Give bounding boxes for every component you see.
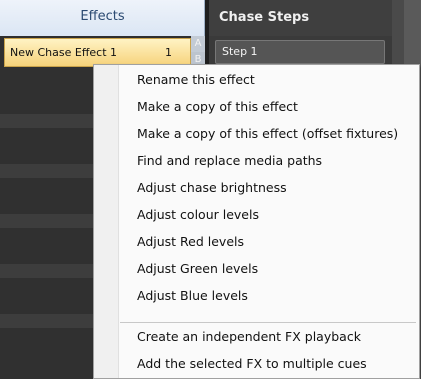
effects-panel-header: Effects xyxy=(0,0,205,36)
effect-list-item[interactable]: New Chase Effect 1 1 xyxy=(4,38,191,67)
effect-context-menu: Rename this effect Make a copy of this e… xyxy=(93,64,420,379)
menu-item-label: Adjust Blue levels xyxy=(137,288,248,303)
menu-item-add-fx-to-cues[interactable]: Add the selected FX to multiple cues xyxy=(119,351,419,378)
chase-step-label: Step 1 xyxy=(222,45,258,58)
menu-item-label: Make a copy of this effect xyxy=(137,99,298,114)
menu-item-label: Make a copy of this effect (offset fixtu… xyxy=(137,126,399,141)
menu-item-adjust-colour[interactable]: Adjust colour levels xyxy=(119,202,419,229)
menu-item-create-fx-playback[interactable]: Create an independent FX playback xyxy=(119,324,419,351)
menu-item-label: Adjust Red levels xyxy=(137,234,245,249)
chase-step-item[interactable]: Step 1 xyxy=(215,40,385,64)
menu-item-copy-effect[interactable]: Make a copy of this effect xyxy=(119,94,419,121)
menu-item-rename-effect[interactable]: Rename this effect xyxy=(119,67,419,94)
menu-item-label: Adjust Green levels xyxy=(137,261,259,276)
effects-panel-title: Effects xyxy=(80,9,125,24)
menu-item-adjust-green[interactable]: Adjust Green levels xyxy=(119,256,419,283)
menu-item-label: Find and replace media paths xyxy=(137,153,323,168)
menu-item-label: Add the selected FX to multiple cues xyxy=(137,356,367,371)
scroll-label-a: A xyxy=(191,36,205,52)
menu-item-label: Rename this effect xyxy=(137,72,255,87)
chase-steps-title: Chase Steps xyxy=(219,10,310,25)
menu-item-label: Adjust colour levels xyxy=(137,207,259,222)
chase-steps-header: Chase Steps xyxy=(209,0,392,36)
menu-item-find-replace-media[interactable]: Find and replace media paths xyxy=(119,148,419,175)
menu-icon-gutter xyxy=(94,65,119,378)
effect-number: 1 xyxy=(165,46,172,59)
menu-item-copy-effect-offset[interactable]: Make a copy of this effect (offset fixtu… xyxy=(119,121,419,148)
menu-item-adjust-red[interactable]: Adjust Red levels xyxy=(119,229,419,256)
menu-separator xyxy=(120,322,416,323)
menu-item-adjust-blue[interactable]: Adjust Blue levels xyxy=(119,283,419,310)
menu-item-adjust-brightness[interactable]: Adjust chase brightness xyxy=(119,175,419,202)
menu-item-label: Adjust chase brightness xyxy=(137,180,287,195)
effect-name: New Chase Effect 1 xyxy=(10,46,118,59)
menu-item-label: Create an independent FX playback xyxy=(137,329,361,344)
